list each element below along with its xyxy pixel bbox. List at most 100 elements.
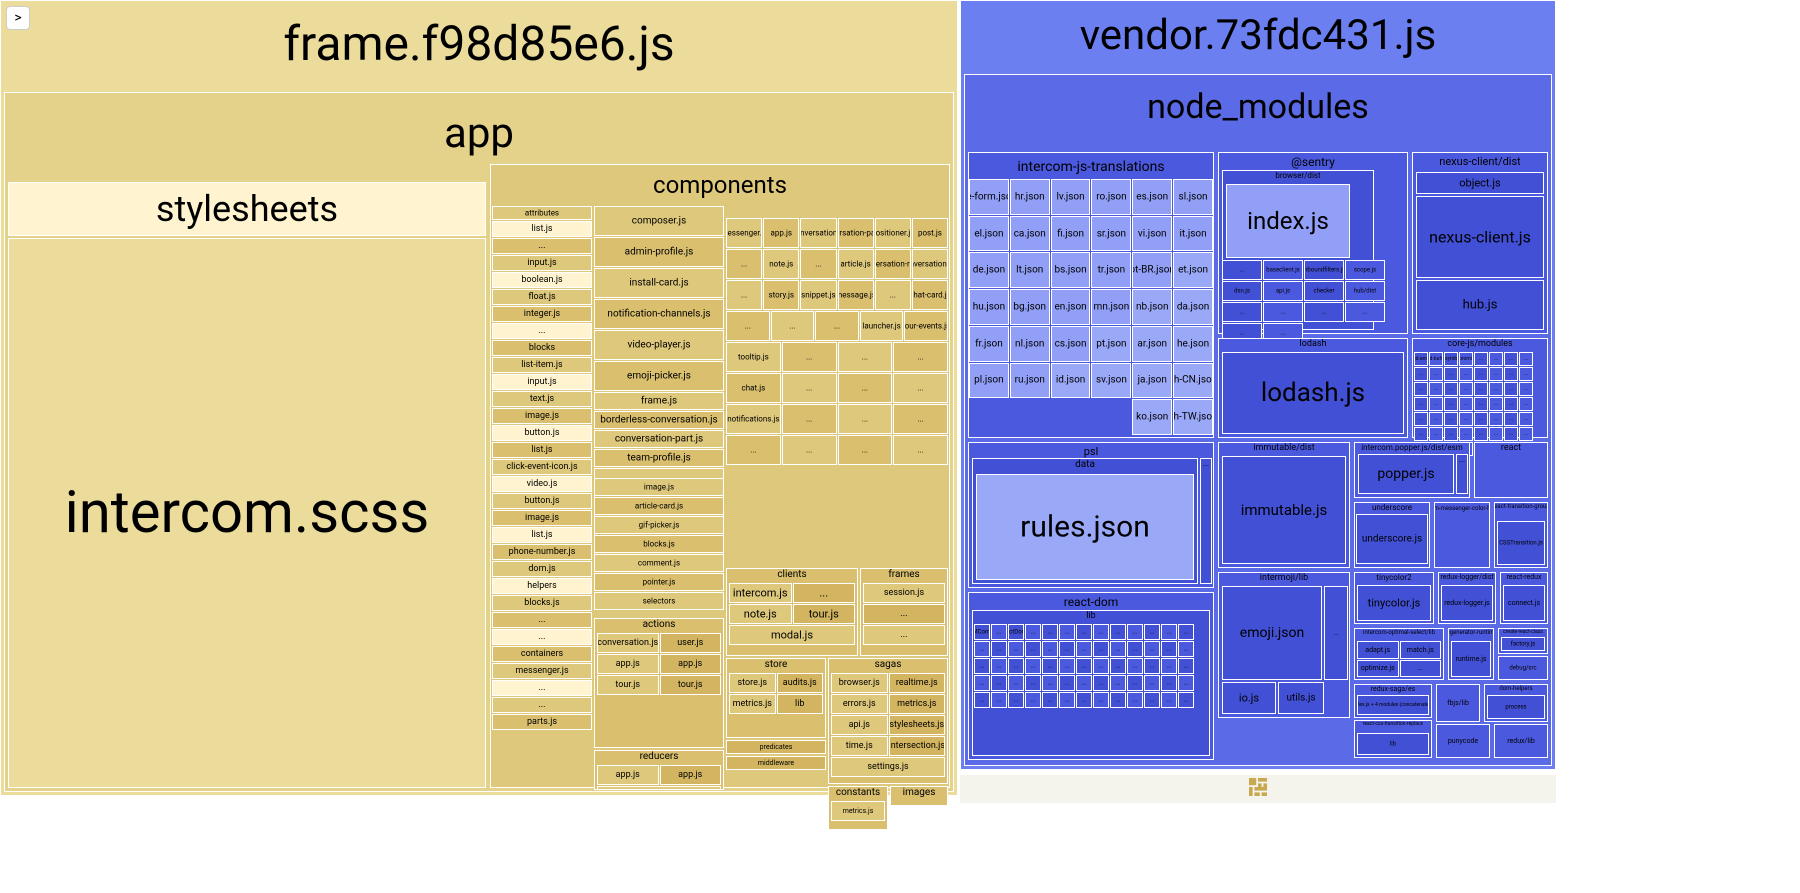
- treemap-node[interactable]: errors.js: [831, 694, 888, 714]
- treemap-node[interactable]: ...: [1127, 675, 1143, 691]
- treemap-node[interactable]: list.js: [492, 527, 592, 543]
- treemap-node[interactable]: helpers: [492, 578, 592, 594]
- treemap-node-translation[interactable]: da.json: [1173, 289, 1213, 325]
- treemap-node-lodash-js[interactable]: lodash.js: [1222, 352, 1404, 434]
- treemap-node-stylesheets[interactable]: stylesheets: [8, 182, 486, 236]
- treemap-node-react[interactable]: react: [1474, 442, 1548, 498]
- treemap-node-emoji-json[interactable]: emoji.json: [1222, 586, 1322, 680]
- treemap-node[interactable]: typed-buffer.js: [1429, 352, 1443, 366]
- treemap-node[interactable]: messenger.js: [492, 663, 592, 679]
- treemap-node[interactable]: conversation.js: [800, 218, 836, 248]
- treemap-node[interactable]: ...: [1076, 641, 1092, 657]
- treemap-node-translation[interactable]: nl.json: [1010, 326, 1050, 362]
- treemap-node-rtg[interactable]: react-transition-group CSSTransition.js: [1494, 502, 1548, 568]
- treemap-node[interactable]: scope.js: [1345, 260, 1385, 280]
- treemap-tiny[interactable]: lib: [1357, 733, 1429, 755]
- treemap-node-translation[interactable]: ro.json: [1091, 179, 1131, 215]
- treemap-node[interactable]: session.js: [863, 583, 945, 603]
- treemap-node[interactable]: ...: [492, 612, 592, 628]
- treemap-node[interactable]: ...: [893, 373, 948, 403]
- treemap-node[interactable]: ...: [1059, 658, 1075, 674]
- treemap-node[interactable]: note.js: [729, 604, 792, 624]
- treemap-node-redux-logger[interactable]: redux-logger/dist redux-logger.js: [1438, 572, 1496, 624]
- treemap-node-translation[interactable]: it.json: [1173, 216, 1213, 252]
- treemap-node-translation[interactable]: sv.json: [1091, 363, 1131, 399]
- treemap-node[interactable]: ...: [991, 658, 1007, 674]
- treemap-node[interactable]: button.js: [492, 425, 592, 441]
- treemap-node[interactable]: middleware: [726, 756, 826, 770]
- treemap-node-translation[interactable]: hr.json: [1010, 179, 1050, 215]
- treemap-node[interactable]: intersection.js: [889, 736, 946, 756]
- treemap-node[interactable]: image.js: [492, 510, 592, 526]
- treemap-node[interactable]: ...: [1474, 352, 1488, 366]
- treemap-node[interactable]: ...: [838, 404, 893, 434]
- treemap-node-intercom-scss[interactable]: intercom.scss: [8, 238, 486, 788]
- treemap-node[interactable]: ...: [1504, 367, 1518, 381]
- treemap-node[interactable]: image.js: [492, 408, 592, 424]
- treemap-node[interactable]: intercom.js: [729, 583, 792, 603]
- treemap-node[interactable]: ...: [991, 641, 1007, 657]
- treemap-node[interactable]: realtime.js: [889, 673, 946, 693]
- treemap-tiny[interactable]: process: [1487, 695, 1545, 719]
- treemap-group[interactable]: framessession.js......: [860, 568, 948, 656]
- treemap-node[interactable]: predicates: [726, 740, 826, 754]
- treemap-node[interactable]: ...: [1144, 658, 1160, 674]
- toggle-sidebar-button[interactable]: >: [6, 6, 30, 30]
- treemap-tiny[interactable]: redux-logger.js: [1441, 585, 1493, 621]
- treemap-node[interactable]: ...: [1025, 624, 1041, 640]
- treemap-node[interactable]: ...: [893, 404, 948, 434]
- treemap-node[interactable]: image.js: [594, 478, 724, 496]
- treemap-node[interactable]: ...: [991, 624, 1007, 640]
- treemap-node[interactable]: ...: [1444, 382, 1458, 396]
- treemap-node[interactable]: ...: [1076, 658, 1092, 674]
- treemap-node[interactable]: ...: [893, 435, 948, 465]
- treemap-node[interactable]: dom.js: [492, 561, 592, 577]
- treemap-node[interactable]: ...: [1008, 675, 1024, 691]
- treemap-node[interactable]: ...: [1519, 367, 1533, 381]
- treemap-node[interactable]: ...: [991, 675, 1007, 691]
- treemap-node-underscore-js[interactable]: underscore.js: [1356, 514, 1428, 564]
- treemap-node[interactable]: ...: [492, 697, 592, 713]
- treemap-node[interactable]: ...: [782, 342, 837, 372]
- treemap-node-translation[interactable]: ko.json: [1132, 399, 1172, 435]
- treemap-node-immutable-js[interactable]: immutable.js: [1222, 456, 1346, 564]
- treemap-node[interactable]: ...: [1429, 412, 1443, 426]
- treemap-node-translation[interactable]: de-form.json: [969, 179, 1009, 215]
- treemap-node[interactable]: messenger.js: [726, 218, 762, 248]
- treemap-node[interactable]: time.js: [831, 736, 888, 756]
- treemap-node[interactable]: ...: [1263, 302, 1303, 322]
- treemap-tiny[interactable]: tinycolor.js: [1357, 585, 1431, 621]
- treemap-node[interactable]: article-card.js: [594, 497, 724, 515]
- treemap-node[interactable]: ...: [1178, 675, 1194, 691]
- treemap-node[interactable]: list.js: [492, 442, 592, 458]
- treemap-tiny[interactable]: CSSTransition.js: [1497, 521, 1545, 565]
- treemap-node[interactable]: ...: [1110, 624, 1126, 640]
- treemap-node[interactable]: pointer.js: [594, 573, 724, 591]
- treemap-node-translation[interactable]: nb.json: [1132, 289, 1172, 325]
- treemap-node[interactable]: ...: [863, 625, 945, 645]
- treemap-group[interactable]: reducersapp.jsapp.js...: [594, 750, 724, 790]
- treemap-node[interactable]: ...: [1127, 692, 1143, 708]
- treemap-node[interactable]: ...: [838, 435, 893, 465]
- treemap-node[interactable]: ...: [1519, 397, 1533, 411]
- treemap-node-translation[interactable]: pl.json: [969, 363, 1009, 399]
- treemap-node[interactable]: ...: [1429, 367, 1443, 381]
- treemap-node[interactable]: ...: [1178, 692, 1194, 708]
- treemap-node[interactable]: ...: [1025, 692, 1041, 708]
- treemap-node[interactable]: api.js: [1263, 281, 1303, 301]
- treemap-node[interactable]: tour.js: [793, 604, 856, 624]
- treemap-node[interactable]: audits.js: [777, 673, 824, 693]
- treemap-node[interactable]: ...: [1414, 367, 1428, 381]
- treemap-node[interactable]: es6.symbol.js: [1444, 352, 1458, 366]
- treemap-node-nexus-hub[interactable]: hub.js: [1416, 280, 1544, 330]
- treemap-node[interactable]: ...: [875, 280, 911, 310]
- treemap-node[interactable]: app.js: [597, 654, 659, 674]
- treemap-node[interactable]: ...: [492, 238, 592, 254]
- treemap-node[interactable]: ...: [597, 786, 721, 790]
- treemap-node-translation[interactable]: bs.json: [1051, 252, 1091, 288]
- treemap-node[interactable]: app.js: [763, 218, 799, 248]
- treemap-node[interactable]: ...: [863, 604, 945, 624]
- treemap-node[interactable]: modal.js: [729, 625, 855, 645]
- treemap-node[interactable]: article.js: [838, 249, 874, 279]
- treemap-node[interactable]: lib: [777, 694, 824, 714]
